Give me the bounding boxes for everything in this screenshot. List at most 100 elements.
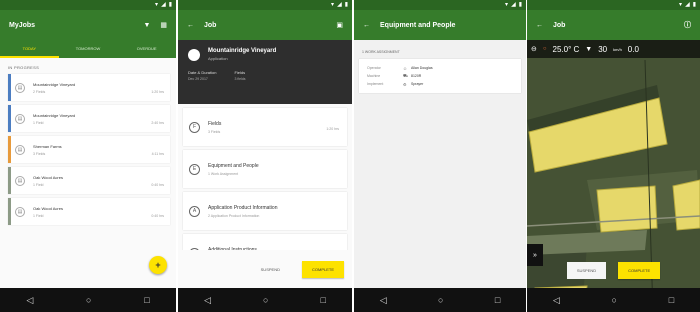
field-icon: ▤ <box>15 113 25 124</box>
job-fields: 1 Field <box>33 213 44 218</box>
recents-icon[interactable]: □ <box>144 295 149 305</box>
card-subtitle: 2 Application Product Information <box>208 213 260 218</box>
work-assignment-card: Operator ☺ Allan Douglas Machine ⛟ 8120R Imple… <box>359 59 521 93</box>
home-icon[interactable]: ○ <box>612 295 617 305</box>
battery-icon: ▮ <box>168 2 172 8</box>
app-bar: ← Equipment and People <box>354 10 526 40</box>
job-card[interactable]: ▤ Mountainridge Vineyard 1 Field 2:40 hrs <box>8 105 170 132</box>
complete-button[interactable]: COMPLETE <box>618 261 661 279</box>
page-title: Job <box>553 21 566 29</box>
suspend-button[interactable]: SUSPEND <box>251 261 290 278</box>
add-job-button[interactable]: + <box>149 256 167 274</box>
job-duration: 1:20 hrs <box>151 90 164 94</box>
toolbar: MyJobs ▼ ▦ <box>0 10 176 40</box>
job-card[interactable]: ▤ Oak Wood Acres 1 Field 0:40 hrs <box>8 198 170 225</box>
back-arrow-icon[interactable]: ← <box>363 22 370 29</box>
detail-card[interactable]: F Fields 3 Fields 1:20 hrs <box>183 108 347 146</box>
complete-button[interactable]: COMPLETE <box>301 260 344 278</box>
date-label: Date & Duration <box>188 70 217 75</box>
back-arrow-icon[interactable]: ← <box>187 22 194 29</box>
status-bar: ▾ ◢ ▮ <box>178 0 352 10</box>
row-icon: ⚙ <box>403 81 407 87</box>
job-fields: 2 Fields <box>33 89 46 94</box>
battery-icon: ▮ <box>344 2 348 8</box>
status-bar: ▾ ◢ ▮ <box>527 0 700 10</box>
recents-icon[interactable]: □ <box>495 295 500 305</box>
job-card[interactable]: ▤ Oak Wood Acres 1 Field 0:40 hrs <box>8 167 170 194</box>
job-title: Oak Wood Acres <box>33 174 63 180</box>
map-icon[interactable]: ▣ <box>336 21 343 29</box>
row-icon: ☺ <box>403 65 408 71</box>
wind-value: 30 <box>598 44 608 54</box>
status-bar: ▾ ◢ ▮ <box>354 0 526 10</box>
calendar-icon[interactable]: ▦ <box>160 21 167 29</box>
app-bar: ← Job ⓘ <box>527 10 700 40</box>
detail-card-list: F Fields 3 Fields 1:20 hrs E Equipment and Pe… <box>178 108 352 272</box>
home-icon[interactable]: ○ <box>438 295 443 305</box>
recents-icon[interactable]: □ <box>321 295 326 305</box>
job-title: Mountainridge Vineyard <box>33 81 76 87</box>
wifi-icon: ▾ <box>155 2 159 8</box>
signal-icon: ◢ <box>511 2 516 8</box>
field-boundary[interactable] <box>596 185 658 233</box>
android-nav-bar: ◁ ○ □ <box>354 288 526 312</box>
job-duration: 2:40 hrs <box>151 121 164 125</box>
signal-icon: ◢ <box>685 2 690 8</box>
back-icon[interactable]: ◁ <box>380 295 387 306</box>
row-value: Allan Douglas <box>411 66 433 70</box>
toolbar: ← Equipment and People <box>354 10 526 40</box>
row-value: 8120R <box>411 74 422 78</box>
section-icon: E <box>189 163 200 175</box>
filter-icon[interactable]: ▼ <box>143 22 150 29</box>
action-bar: SUSPEND COMPLETE <box>527 252 700 288</box>
gauge-icon: ⊖ <box>531 46 537 53</box>
fields-value: 3 fields <box>234 77 246 81</box>
job-title: Oak Wood Acres <box>33 205 63 211</box>
tab-bar: TODAY TOMORROW OVERDUE <box>0 40 176 58</box>
job-fields: 3 Fields <box>33 151 46 156</box>
section-icon: A <box>189 205 200 217</box>
back-icon[interactable]: ◁ <box>204 295 211 306</box>
app-bar: MyJobs ▼ ▦ TODAY TOMORROW OVERDUE <box>0 10 176 58</box>
home-icon[interactable]: ○ <box>86 295 91 305</box>
battery-icon: ▮ <box>518 2 522 8</box>
toolbar: ← Job ⓘ <box>527 10 700 40</box>
thermometer-icon: ○ <box>542 46 547 52</box>
weather-bar: ⊖ ○ 25.0° C ▼ 30 km/h 0.0 <box>527 40 700 58</box>
recents-icon[interactable]: □ <box>669 295 674 305</box>
suspend-button[interactable]: SUSPEND <box>566 261 607 279</box>
card-subtitle: 1 Work Assignment <box>208 171 239 176</box>
job-fields: 1 Field <box>33 182 44 187</box>
job-card[interactable]: ▤ Mountainridge Vineyard 2 Fields 1:20 hrs <box>8 74 170 101</box>
back-icon[interactable]: ◁ <box>553 295 560 306</box>
card-duration: 1:20 hrs <box>326 127 339 131</box>
info-icon[interactable]: ⓘ <box>684 20 691 30</box>
detail-card[interactable]: E Equipment and People 1 Work Assignment <box>183 150 347 188</box>
job-title: Mountainridge Vineyard <box>33 112 76 118</box>
battery-icon: ▮ <box>692 2 696 8</box>
card-title: Equipment and People <box>208 162 259 169</box>
field-icon: ▤ <box>15 175 25 186</box>
home-icon[interactable]: ○ <box>263 295 268 305</box>
page-title: MyJobs <box>9 21 36 29</box>
back-icon[interactable]: ◁ <box>26 295 33 306</box>
row-label: Operator <box>367 66 381 70</box>
tab-tomorrow[interactable]: TOMORROW <box>59 40 118 58</box>
wifi-icon: ▾ <box>331 2 335 8</box>
job-card[interactable]: ▤ Sherman Farms 3 Fields 4:11 hrs <box>8 136 170 163</box>
detail-card[interactable]: A Application Product Information 2 Applic… <box>183 192 347 230</box>
tab-today[interactable]: TODAY <box>0 40 59 58</box>
job-detail-screen: ▾ ◢ ▮ ← Job ▣ Mountainridge Vineyard App… <box>178 0 352 312</box>
wifi-icon: ▾ <box>679 2 683 8</box>
card-title: Application Product Information <box>208 204 278 211</box>
tab-overdue[interactable]: OVERDUE <box>117 40 176 58</box>
section-icon: F <box>189 121 200 133</box>
card-subtitle: 3 Fields <box>208 129 221 134</box>
field-boundary[interactable] <box>672 179 700 231</box>
job-duration: 0:40 hrs <box>151 214 164 218</box>
row-value: Sprayer <box>411 82 424 86</box>
back-arrow-icon[interactable]: ← <box>536 22 543 29</box>
row-label: Machine <box>367 74 381 78</box>
job-title: Mountainridge Vineyard <box>208 48 277 54</box>
section-header: IN PROGRESS <box>8 65 40 70</box>
